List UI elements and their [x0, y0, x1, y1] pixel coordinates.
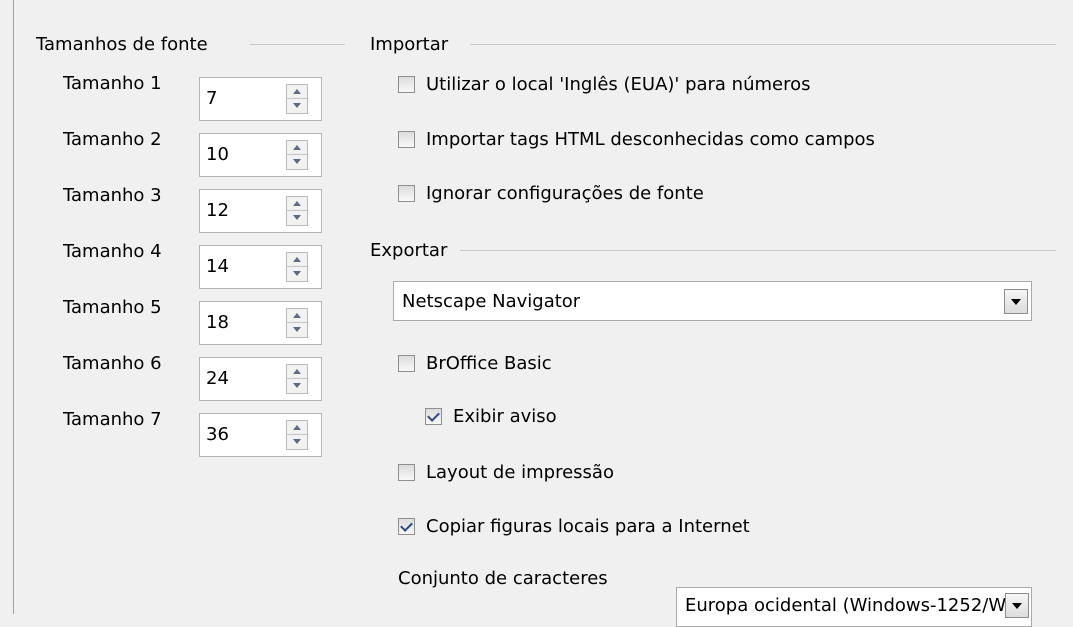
font-size-spinbox-1[interactable]: 7: [199, 77, 322, 121]
checkbox-label: Layout de impressão: [426, 462, 614, 483]
checkbox-label: Copiar figuras locais para a Internet: [426, 516, 750, 537]
export-title: Exportar: [370, 240, 456, 262]
spin-down-arrow-icon[interactable]: [287, 211, 307, 225]
font-size-value[interactable]: 36: [206, 424, 229, 446]
spin-up-arrow-icon[interactable]: [287, 309, 307, 323]
checkbox-label: Utilizar o local 'Inglês (EUA)' para núm…: [426, 74, 811, 95]
checkbox[interactable]: [398, 355, 415, 372]
spin-buttons[interactable]: [286, 196, 308, 226]
spin-down-arrow-icon[interactable]: [287, 99, 307, 113]
charset-label: Conjunto de caracteres: [398, 568, 608, 589]
spin-down-arrow-icon[interactable]: [287, 267, 307, 281]
checkbox-checked[interactable]: [398, 518, 415, 535]
spin-down-arrow-icon[interactable]: [287, 379, 307, 393]
spin-up-arrow-icon[interactable]: [287, 141, 307, 155]
spin-buttons[interactable]: [286, 308, 308, 338]
font-sizes-title: Tamanhos de fonte: [36, 34, 216, 56]
font-size-label-6: Tamanho 6: [63, 353, 162, 374]
font-size-label-3: Tamanho 3: [63, 185, 162, 206]
checkbox[interactable]: [398, 76, 415, 93]
spin-buttons[interactable]: [286, 420, 308, 450]
spin-down-arrow-icon[interactable]: [287, 155, 307, 169]
font-size-value[interactable]: 7: [206, 88, 217, 110]
font-size-value[interactable]: 18: [206, 312, 229, 334]
window-frame-left-border: [13, 0, 14, 614]
checkbox-label: Importar tags HTML desconhecidas como ca…: [426, 129, 875, 150]
export-separator: [460, 250, 1056, 251]
font-size-spinbox-7[interactable]: 36: [199, 413, 322, 457]
font-size-label-5: Tamanho 5: [63, 297, 162, 318]
font-size-value[interactable]: 14: [206, 256, 229, 278]
font-size-label-4: Tamanho 4: [63, 241, 162, 262]
font-size-label-7: Tamanho 7: [63, 409, 162, 430]
checkbox-label: Exibir aviso: [453, 406, 557, 427]
font-size-value[interactable]: 24: [206, 368, 229, 390]
import-title: Importar: [370, 34, 457, 56]
spin-down-arrow-icon[interactable]: [287, 323, 307, 337]
charset-select[interactable]: Europa ocidental (Windows-1252/WinLatin …: [676, 587, 1032, 627]
font-sizes-separator: [250, 44, 345, 45]
chevron-down-icon[interactable]: [1005, 593, 1029, 618]
chevron-down-icon[interactable]: [1004, 289, 1028, 314]
font-size-value[interactable]: 12: [206, 200, 229, 222]
checkbox[interactable]: [398, 185, 415, 202]
spin-buttons[interactable]: [286, 140, 308, 170]
spin-up-arrow-icon[interactable]: [287, 85, 307, 99]
font-size-spinbox-3[interactable]: 12: [199, 189, 322, 233]
spin-down-arrow-icon[interactable]: [287, 435, 307, 449]
font-size-spinbox-5[interactable]: 18: [199, 301, 322, 345]
font-size-spinbox-4[interactable]: 14: [199, 245, 322, 289]
spin-up-arrow-icon[interactable]: [287, 253, 307, 267]
browser-export-value: Netscape Navigator: [402, 291, 581, 312]
browser-export-select[interactable]: Netscape Navigator: [393, 281, 1032, 321]
spin-up-arrow-icon[interactable]: [287, 421, 307, 435]
spin-buttons[interactable]: [286, 252, 308, 282]
font-size-spinbox-6[interactable]: 24: [199, 357, 322, 401]
checkbox[interactable]: [398, 464, 415, 481]
font-size-label-1: Tamanho 1: [63, 73, 162, 94]
checkbox-checked[interactable]: [425, 408, 442, 425]
spin-buttons[interactable]: [286, 84, 308, 114]
spin-up-arrow-icon[interactable]: [287, 365, 307, 379]
spin-up-arrow-icon[interactable]: [287, 197, 307, 211]
import-separator: [470, 44, 1056, 45]
checkbox[interactable]: [398, 131, 415, 148]
font-size-label-2: Tamanho 2: [63, 129, 162, 150]
font-size-spinbox-2[interactable]: 10: [199, 133, 322, 177]
spin-buttons[interactable]: [286, 364, 308, 394]
checkbox-label: BrOffice Basic: [426, 353, 552, 374]
checkbox-label: Ignorar configurações de fonte: [426, 183, 704, 204]
font-size-value[interactable]: 10: [206, 144, 229, 166]
